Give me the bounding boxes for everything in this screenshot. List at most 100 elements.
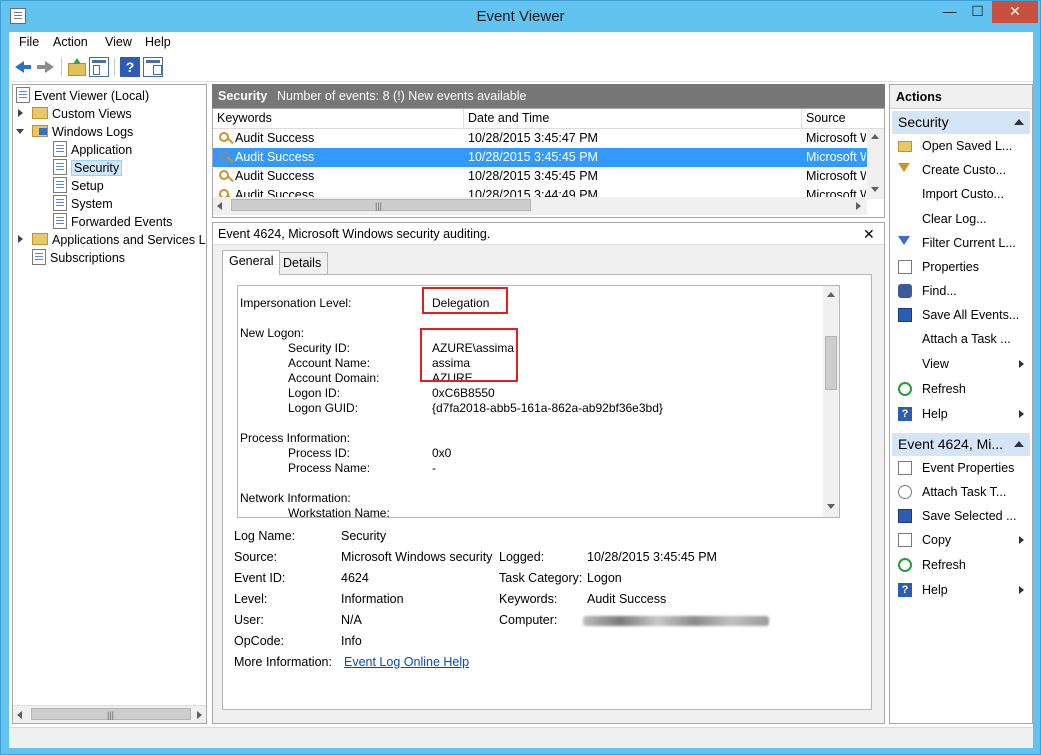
show-action-pane-icon[interactable] <box>143 57 163 77</box>
scroll-up-arrow-icon[interactable] <box>871 134 879 139</box>
open-folder-icon <box>898 141 912 152</box>
table-row[interactable]: Audit Success 10/28/2015 3:45:45 PM Micr… <box>213 167 867 186</box>
scroll-down-arrow-icon[interactable] <box>827 504 835 509</box>
tree-item-windows-logs[interactable]: Windows Logs <box>16 123 133 141</box>
column-source[interactable]: Source <box>802 109 884 129</box>
action-label: Help <box>922 407 948 421</box>
menu-action[interactable]: Action <box>53 35 88 49</box>
action-help[interactable]: ? Help <box>894 403 1028 425</box>
msg-label: Account Name: <box>288 356 371 370</box>
scroll-left-arrow-icon[interactable] <box>17 711 22 719</box>
scroll-up-arrow-icon[interactable] <box>827 292 835 297</box>
close-button[interactable]: ✕ <box>992 1 1038 23</box>
minimize-button[interactable]: — <box>936 1 963 23</box>
message-vertical-scrollbar[interactable] <box>823 286 839 517</box>
collapse-section-icon[interactable] <box>1014 441 1024 447</box>
tree-item-setup[interactable]: Setup <box>53 177 104 195</box>
title-bar[interactable]: Event Viewer — ☐ ✕ <box>1 1 1040 31</box>
scroll-right-arrow-icon[interactable] <box>197 711 202 719</box>
event-message-box[interactable]: Impersonation Level: Delegation New Logo… <box>237 285 840 518</box>
tree-item-apps-services[interactable]: Applications and Services Lo <box>16 231 206 249</box>
collapse-arrow-icon[interactable] <box>16 129 24 134</box>
actions-section-event[interactable]: Event 4624, Mi... <box>892 433 1030 456</box>
action-event-properties[interactable]: Event Properties <box>894 457 1028 479</box>
scroll-right-arrow-icon[interactable] <box>856 202 861 210</box>
action-label: Save All Events... <box>922 308 1020 322</box>
event-properties-icon <box>898 461 912 475</box>
column-date-time[interactable]: Date and Time <box>464 109 802 129</box>
tree-horizontal-scrollbar[interactable]: ||| <box>13 705 206 723</box>
column-keywords[interactable]: Keywords <box>213 109 464 129</box>
tree-item-custom-views[interactable]: Custom Views <box>16 105 132 123</box>
msg-value: - <box>432 461 436 475</box>
menu-help[interactable]: Help <box>145 35 171 49</box>
action-create-custom-view[interactable]: Create Custo... <box>894 159 1028 181</box>
action-refresh[interactable]: Refresh <box>894 378 1028 400</box>
table-row[interactable]: Audit Success 10/28/2015 3:45:47 PM Micr… <box>213 129 867 148</box>
close-detail-icon[interactable]: ✕ <box>863 227 875 241</box>
prop-label: Source: <box>234 550 278 564</box>
subscriptions-icon <box>32 249 46 265</box>
scroll-thumb[interactable]: ||| <box>31 708 191 720</box>
expand-arrow-icon[interactable] <box>18 235 23 243</box>
tree-item-system[interactable]: System <box>53 195 113 213</box>
tree-item-security[interactable]: Security <box>53 159 123 177</box>
window-title: Event Viewer <box>476 8 565 25</box>
cell-source: Microsoft W <box>806 150 866 164</box>
show-hide-console-tree-icon[interactable] <box>89 57 109 77</box>
tree-item-application[interactable]: Application <box>53 141 132 159</box>
action-open-saved-log[interactable]: Open Saved L... <box>894 135 1028 157</box>
menu-view[interactable]: View <box>105 35 132 49</box>
maximize-button[interactable]: ☐ <box>964 1 991 23</box>
action-help-event[interactable]: ? Help <box>894 579 1028 601</box>
prop-label: Computer: <box>499 613 558 627</box>
expand-arrow-icon[interactable] <box>18 109 23 117</box>
msg-label: Logon ID: <box>288 386 341 400</box>
tree-item-subscriptions[interactable]: Subscriptions <box>16 249 125 267</box>
action-copy[interactable]: Copy <box>894 529 1028 551</box>
log-icon <box>53 141 67 157</box>
event-log-online-help-link[interactable]: Event Log Online Help <box>344 655 469 669</box>
back-arrow-icon[interactable] <box>13 57 33 77</box>
tab-details[interactable]: Details <box>276 252 329 274</box>
action-label: Save Selected ... <box>922 509 1017 523</box>
table-row[interactable]: Audit Success 10/28/2015 3:44:49 PM Micr… <box>213 186 867 197</box>
save-icon <box>898 308 912 322</box>
cell-date-time: 10/28/2015 3:44:49 PM <box>468 188 598 197</box>
collapse-section-icon[interactable] <box>1014 119 1024 125</box>
console-tree[interactable]: Event Viewer (Local) Custom Views Window… <box>12 84 207 724</box>
up-folder-icon[interactable] <box>67 57 87 77</box>
tree-item-forwarded-events[interactable]: Forwarded Events <box>53 213 172 231</box>
scroll-thumb[interactable] <box>825 336 837 390</box>
event-viewer-icon <box>16 87 30 103</box>
list-horizontal-scrollbar[interactable]: ||| <box>213 197 867 215</box>
action-save-selected[interactable]: Save Selected ... <box>894 505 1028 527</box>
action-clear-log[interactable]: Clear Log... <box>894 208 1028 230</box>
tree-item-root[interactable]: Event Viewer (Local) <box>16 87 149 105</box>
action-refresh-event[interactable]: Refresh <box>894 554 1028 576</box>
action-attach-task[interactable]: Attach a Task ... <box>894 328 1028 350</box>
event-list[interactable]: Keywords Date and Time Source Audit Succ… <box>212 108 885 218</box>
table-row-selected[interactable]: Audit Success 10/28/2015 3:45:45 PM Micr… <box>213 148 867 167</box>
msg-label: Workstation Name: <box>288 506 390 518</box>
scroll-thumb[interactable]: ||| <box>231 199 531 211</box>
action-save-all-events[interactable]: Save All Events... <box>894 304 1028 326</box>
action-label: View <box>922 357 949 371</box>
action-attach-task-to-event[interactable]: Attach Task T... <box>894 481 1028 503</box>
event-count: Number of events: 8 (!) New events avail… <box>277 89 527 103</box>
list-vertical-scrollbar[interactable] <box>867 129 884 199</box>
cell-date-time: 10/28/2015 3:45:45 PM <box>468 169 598 183</box>
menu-file[interactable]: File <box>19 35 39 49</box>
actions-section-security[interactable]: Security <box>892 111 1030 134</box>
help-icon[interactable]: ? <box>120 57 140 77</box>
action-view[interactable]: View <box>894 353 1028 375</box>
action-filter-current-log[interactable]: Filter Current L... <box>894 232 1028 254</box>
action-import-custom-view[interactable]: Import Custo... <box>894 183 1028 205</box>
tab-general[interactable]: General <box>222 250 281 275</box>
action-properties[interactable]: Properties <box>894 256 1028 278</box>
scroll-down-arrow-icon[interactable] <box>871 187 879 192</box>
forward-arrow-icon[interactable] <box>36 57 56 77</box>
action-find[interactable]: Find... <box>894 280 1028 302</box>
action-label: Help <box>922 583 948 597</box>
scroll-left-arrow-icon[interactable] <box>217 202 222 210</box>
